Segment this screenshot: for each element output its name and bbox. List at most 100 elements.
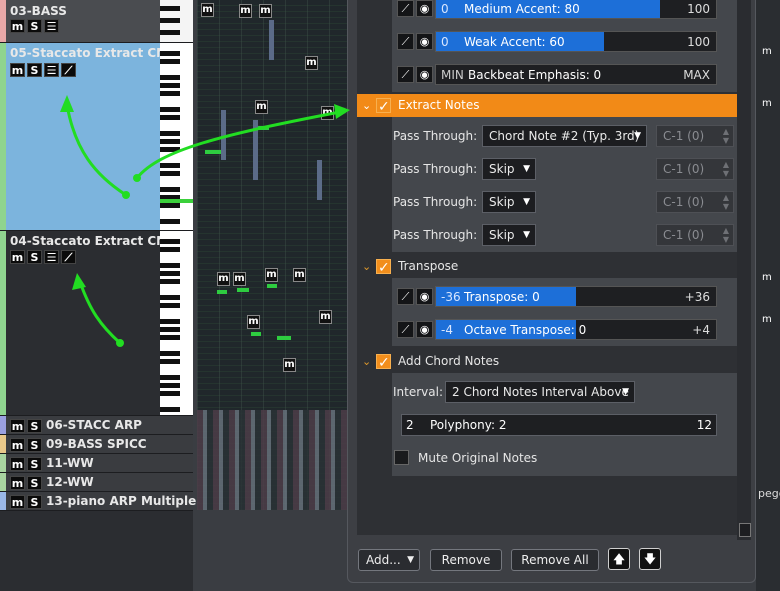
automation-icon[interactable]: ⟋ [61,250,76,264]
extract-notes-checkbox[interactable] [376,96,391,119]
note-clip[interactable]: m [239,4,252,18]
track-04-staccato-extract-cn3[interactable]: 04-Staccato Extract CN#3 m S ☰ ⟋ [0,231,193,416]
track-13-piano-arp-multiple[interactable]: mS 13-piano ARP Multiple [0,492,196,511]
automation-icon[interactable]: ⟋ [397,66,414,83]
mute-original-checkbox[interactable] [394,450,409,465]
eye-icon[interactable]: ◉ [416,66,433,83]
note-clip[interactable]: m [201,3,214,17]
pass-through-note-4[interactable]: C-1 (0) ▲ ▼ [656,224,734,246]
note-block[interactable] [257,126,269,130]
chevron-down-icon[interactable]: ⌄ [362,255,371,278]
note-clip[interactable]: m [293,268,306,282]
add-chord-notes-checkbox[interactable] [376,352,391,375]
scrollbar-thumb[interactable] [739,523,751,537]
note-block[interactable] [269,20,274,60]
note-clip[interactable]: m [233,272,246,286]
automation-icon[interactable]: ⟋ [397,288,414,305]
note-clip[interactable]: m [259,4,272,18]
note-block[interactable] [237,288,249,292]
transpose-header[interactable]: ⌄ Transpose [357,255,737,280]
mute-button[interactable]: m [10,250,25,264]
add-button[interactable]: Add... ▼ [358,549,420,571]
remove-all-button[interactable]: Remove All [511,549,599,571]
stepper-icon[interactable]: ▲ ▼ [723,226,729,244]
eye-icon[interactable]: ◉ [416,321,433,338]
track-12-ww[interactable]: mS 12-WW [0,473,193,492]
note-clip[interactable]: m [305,56,318,70]
solo-button[interactable]: S [27,419,42,433]
scrollbar[interactable] [737,0,751,540]
note-clip[interactable]: m [762,272,772,283]
mute-button[interactable]: m [10,63,25,77]
note-block[interactable] [251,332,261,336]
chevron-down-icon[interactable]: ⌄ [362,350,371,373]
piano-roll[interactable]: m m m m m m m m m m m m m [197,0,347,510]
mute-original-label[interactable]: Mute Original Notes [418,451,537,465]
automation-icon[interactable]: ⟋ [397,321,414,338]
polyphony-field[interactable]: 2 Polyphony: 2 12 [401,414,717,436]
note-clip[interactable]: m [762,46,772,57]
eye-icon[interactable]: ◉ [416,0,433,17]
note-block[interactable] [277,336,291,340]
automation-icon[interactable]: ⟋ [61,63,76,77]
note-clip[interactable]: m [217,272,230,286]
mute-button[interactable]: m [10,495,25,509]
track-09-bass-spicc[interactable]: mS 09-BASS SPICC [0,435,193,454]
automation-icon[interactable]: ⟋ [397,33,414,50]
note-block[interactable] [253,120,258,180]
solo-button[interactable]: S [27,476,42,490]
menu-icon[interactable]: ☰ [44,250,59,264]
solo-button[interactable]: S [27,457,42,471]
track-11-ww[interactable]: mS 11-WW [0,454,193,473]
eye-icon[interactable]: ◉ [416,288,433,305]
octave-transpose-slider[interactable]: -4 Octave Transpose: 0 +4 [435,319,717,340]
pass-through-select-2[interactable]: Skip ▼ [482,158,536,180]
note-block[interactable] [217,290,227,294]
medium-accent-slider[interactable]: 0 Medium Accent: 80 100 [435,0,717,19]
extract-notes-header[interactable]: ⌄ Extract Notes [357,94,737,119]
track-03-bass[interactable]: 03-BASS m S ☰ [0,0,193,43]
stepper-icon[interactable]: ▲ ▼ [723,160,729,178]
pass-through-select-1[interactable]: Chord Note #2 (Typ. 3rd) ▼ [482,125,647,147]
mute-button[interactable]: m [10,476,25,490]
stepper-icon[interactable]: ▲ ▼ [723,193,729,211]
solo-button[interactable]: S [27,438,42,452]
pass-through-note-2[interactable]: C-1 (0) ▲ ▼ [656,158,734,180]
interval-select[interactable]: 2 Chord Notes Interval Above ▼ [445,381,635,403]
solo-button[interactable]: S [27,19,42,33]
transpose-slider[interactable]: -36 Transpose: 0 +36 [435,286,717,307]
pass-through-select-3[interactable]: Skip ▼ [482,191,536,213]
note-block[interactable] [317,160,322,200]
pass-through-note-3[interactable]: C-1 (0) ▲ ▼ [656,191,734,213]
transpose-checkbox[interactable] [376,257,391,280]
eye-icon[interactable]: ◉ [416,33,433,50]
add-chord-notes-header[interactable]: ⌄ Add Chord Notes [357,350,737,375]
note-clip[interactable]: m [319,310,332,324]
note-clip[interactable]: m [321,106,334,120]
mute-button[interactable]: m [10,457,25,471]
solo-button[interactable]: S [27,495,42,509]
remove-button[interactable]: Remove [430,549,502,571]
menu-icon[interactable]: ☰ [44,19,59,33]
menu-icon[interactable]: ☰ [44,63,59,77]
track-05-staccato-extract-cn2[interactable]: 05-Staccato Extract CN#2 m S ☰ ⟋ [0,43,193,231]
note-block[interactable] [267,284,277,288]
note-block[interactable] [221,110,226,160]
track-06-stacc-arp[interactable]: mS 06-STACC ARP [0,416,193,435]
backbeat-emphasis-slider[interactable]: MIN Backbeat Emphasis: 0 MAX [435,64,717,85]
note-clip[interactable]: m [762,314,772,325]
solo-button[interactable]: S [27,63,42,77]
chevron-down-icon[interactable]: ⌄ [362,94,371,117]
note-clip[interactable]: m [255,100,268,114]
move-down-button[interactable]: 🡇 [639,548,661,570]
move-up-button[interactable]: 🡅 [608,548,630,570]
mute-button[interactable]: m [10,438,25,452]
pass-through-select-4[interactable]: Skip ▼ [482,224,536,246]
weak-accent-slider[interactable]: 0 Weak Accent: 60 100 [435,31,717,52]
note-clip[interactable]: m [762,98,772,109]
note-clip[interactable]: m [247,315,260,329]
note-clip[interactable]: m [283,358,296,372]
automation-icon[interactable]: ⟋ [397,0,414,17]
note-clip[interactable]: m [265,268,278,282]
pass-through-note-1[interactable]: C-1 (0) ▲ ▼ [656,125,734,147]
